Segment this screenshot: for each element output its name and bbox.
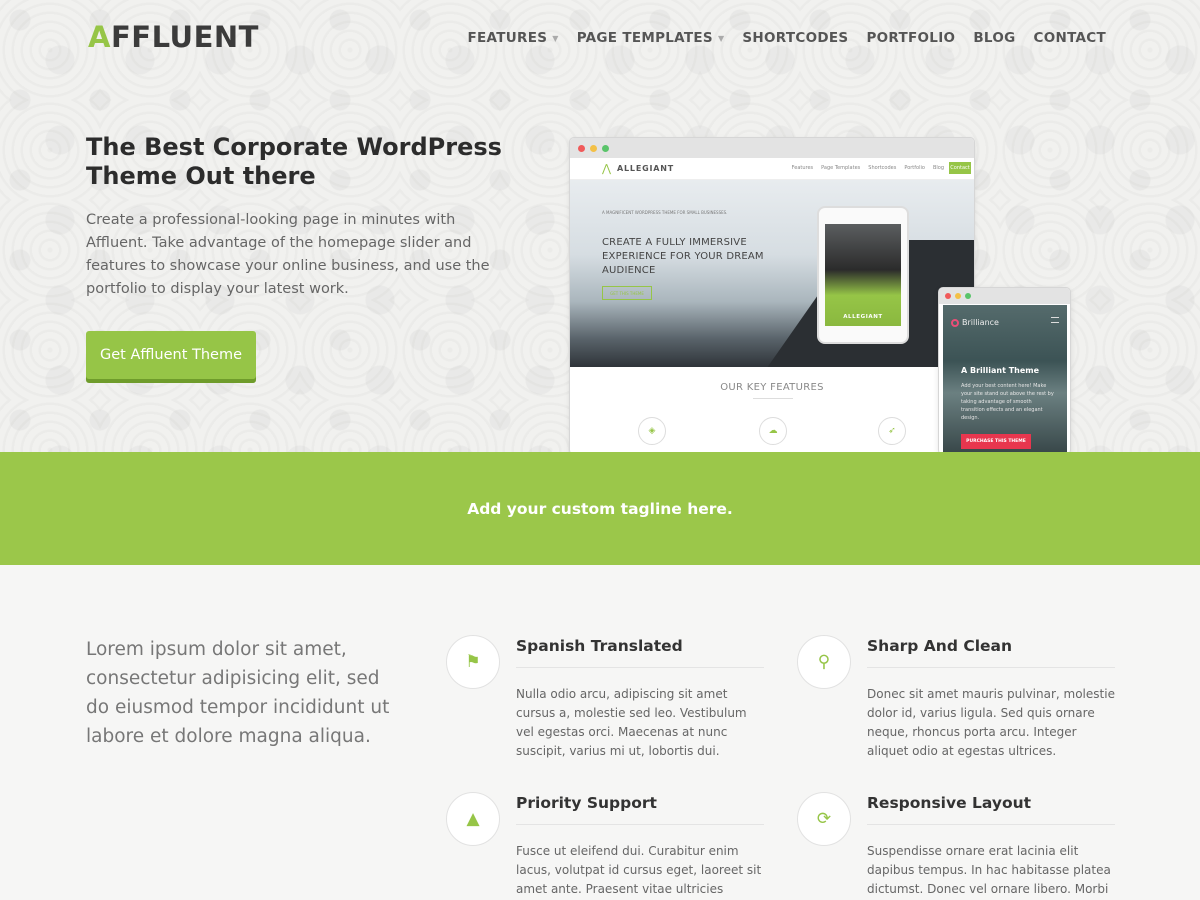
mockup-contact-button: Contact bbox=[949, 162, 971, 174]
feature-text: Suspendisse ornare erat lacinia elit dap… bbox=[867, 844, 1111, 896]
mockup-menu-item: Features bbox=[791, 165, 814, 171]
nav-label: CONTACT bbox=[1033, 30, 1106, 46]
phone-brand: Brilliance bbox=[951, 318, 999, 327]
maximize-dot-icon bbox=[602, 144, 609, 152]
mockup-hero-image: A MAGNIFICENT WORDPRESS THEME FOR SMALL … bbox=[570, 180, 974, 367]
mockup-menu-item: Portfolio bbox=[904, 165, 925, 171]
nav-label: BLOG bbox=[973, 30, 1016, 46]
mockup-small-text: A MAGNIFICENT WORDPRESS THEME FOR SMALL … bbox=[602, 210, 728, 215]
tagline-band: Add your custom tagline here. bbox=[0, 452, 1200, 565]
minimize-dot-icon bbox=[590, 144, 597, 152]
nav-label: PORTFOLIO bbox=[866, 30, 956, 46]
phone-mockup: Brilliance A Brilliant Theme Add your be… bbox=[938, 287, 1071, 455]
features-section: Lorem ipsum dolor sit amet, consectetur … bbox=[0, 565, 1200, 900]
feature-title: Priority Support bbox=[516, 794, 764, 825]
nav-item-page-templates[interactable]: PAGE TEMPLATES ▼ bbox=[577, 30, 725, 46]
feature-text: Donec sit amet mauris pulvinar, molestie… bbox=[867, 687, 1115, 758]
browser-bar bbox=[570, 138, 974, 158]
feature-text: Nulla odio arcu, adipiscing sit amet cur… bbox=[516, 687, 747, 758]
tagline-text: Add your custom tagline here. bbox=[467, 499, 733, 518]
nav-label: FEATURES bbox=[467, 30, 548, 46]
nav-item-shortcodes[interactable]: SHORTCODES bbox=[742, 30, 848, 46]
nav-item-portfolio[interactable]: PORTFOLIO bbox=[866, 30, 955, 46]
nav-item-blog[interactable]: BLOG bbox=[973, 30, 1015, 46]
logo-rest: FFLUENT bbox=[110, 20, 259, 54]
layers-icon: ◈ bbox=[638, 417, 666, 445]
close-dot-icon bbox=[578, 144, 585, 152]
intro-text: Lorem ipsum dolor sit amet, consectetur … bbox=[86, 639, 390, 747]
mockup-menu-item: Blog bbox=[932, 165, 944, 171]
mockup-features-heading: OUR KEY FEATURES bbox=[720, 382, 824, 393]
mockup-nav: ⋀ ALLEGIANT Features Page Templates Shor… bbox=[570, 158, 974, 180]
mockup-headline: CREATE A FULLY IMMERSIVE EXPERIENCE FOR … bbox=[602, 237, 764, 276]
chevron-down-icon: ▼ bbox=[552, 33, 559, 43]
cloud-icon: ☁ bbox=[759, 417, 787, 445]
feature-text: Fusce ut eleifend dui. Curabitur enim la… bbox=[516, 844, 762, 896]
mockup-menu-item: Page Templates bbox=[821, 165, 861, 171]
hero-description: Create a professional-looking page in mi… bbox=[86, 212, 490, 297]
tablet-label: ALLEGIANT bbox=[843, 314, 883, 320]
site-logo[interactable]: AFFLUENT bbox=[88, 20, 259, 54]
nav-label: SHORTCODES bbox=[742, 30, 849, 46]
desktop-mockup: ⋀ ALLEGIANT Features Page Templates Shor… bbox=[569, 137, 975, 455]
nav-item-contact[interactable]: CONTACT bbox=[1033, 30, 1106, 46]
maximize-dot-icon bbox=[965, 293, 971, 299]
hamburger-menu-icon bbox=[1051, 317, 1059, 323]
main-nav: FEATURES ▼ PAGE TEMPLATES ▼ SHORTCODES POR… bbox=[468, 30, 1107, 46]
feature-title: Responsive Layout bbox=[867, 794, 1115, 825]
phone-screen: Brilliance A Brilliant Theme Add your be… bbox=[943, 305, 1067, 454]
tablet-screen: ALLEGIANT bbox=[825, 224, 901, 326]
minimize-dot-icon bbox=[955, 293, 961, 299]
phone-title: A Brilliant Theme bbox=[961, 366, 1040, 375]
logo-first-letter: A bbox=[88, 20, 111, 54]
mockup-divider bbox=[753, 398, 793, 399]
phone-purchase-button: PURCHASE THIS THEME bbox=[961, 434, 1031, 449]
mockup-logo-icon: ⋀ bbox=[602, 162, 612, 175]
refresh-icon: ⟳ bbox=[797, 792, 851, 846]
road-icon: ▲ bbox=[446, 792, 500, 846]
nav-label: PAGE TEMPLATES bbox=[576, 30, 713, 46]
feature-title: Sharp And Clean bbox=[867, 637, 1115, 668]
mockup-menu-item: Shortcodes bbox=[868, 165, 897, 171]
nav-item-features[interactable]: FEATURES ▼ bbox=[468, 30, 559, 46]
get-theme-button[interactable]: Get Affluent Theme bbox=[86, 331, 256, 379]
tablet-mockup: ALLEGIANT bbox=[817, 206, 909, 344]
phone-brand-name: Brilliance bbox=[962, 318, 999, 327]
hero-section: AFFLUENT FEATURES ▼ PAGE TEMPLATES ▼ SHORT… bbox=[0, 0, 1200, 455]
flag-icon: ⚑ bbox=[446, 635, 500, 689]
mockup-menu: Features Page Templates Shortcodes Portf… bbox=[792, 165, 944, 171]
phone-browser-bar bbox=[939, 288, 1070, 304]
feature-title: Spanish Translated bbox=[516, 637, 764, 668]
brand-ring-icon bbox=[951, 318, 959, 327]
chevron-down-icon: ▼ bbox=[717, 33, 725, 43]
mockup-logo: ALLEGIANT bbox=[617, 164, 674, 173]
mockup-button: GET THIS THEME bbox=[602, 286, 652, 300]
map-pin-icon: ⚲ bbox=[797, 635, 851, 689]
close-dot-icon bbox=[945, 293, 951, 299]
hero-title: The Best Corporate WordPress Theme Out t… bbox=[86, 133, 502, 190]
rocket-icon: ➶ bbox=[878, 417, 906, 445]
phone-text: Add your best content here! Make your si… bbox=[961, 383, 1054, 421]
